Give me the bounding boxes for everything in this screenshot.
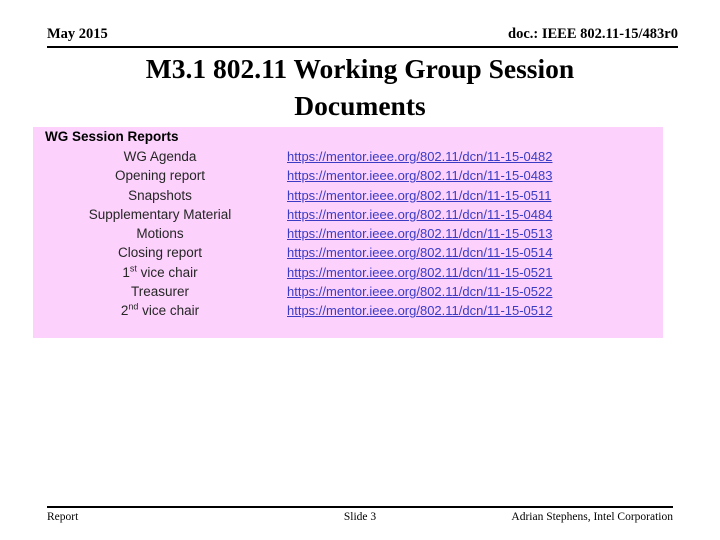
table-row: Opening report https://mentor.ieee.org/80… bbox=[33, 166, 663, 185]
document-link-cell: https://mentor.ieee.org/802.11/dcn/11-15… bbox=[287, 301, 663, 320]
page-title-line-1: M3.1 802.11 Working Group Session bbox=[145, 53, 575, 84]
document-label: Treasurer bbox=[130, 284, 189, 300]
document-label: Opening report bbox=[114, 168, 206, 184]
document-link[interactable]: https://mentor.ieee.org/802.11/dcn/11-15… bbox=[287, 284, 552, 299]
table-row: Snapshots https://mentor.ieee.org/802.11/… bbox=[33, 186, 663, 205]
document-link[interactable]: https://mentor.ieee.org/802.11/dcn/11-15… bbox=[287, 245, 552, 260]
document-link-cell: https://mentor.ieee.org/802.11/dcn/11-15… bbox=[287, 243, 663, 262]
document-link-cell: https://mentor.ieee.org/802.11/dcn/11-15… bbox=[287, 166, 663, 185]
document-label: Supplementary Material bbox=[88, 206, 232, 222]
table-row-section-header: WG Session Reports bbox=[33, 127, 663, 147]
document-label: WG Agenda bbox=[123, 149, 197, 164]
document-link-cell: https://mentor.ieee.org/802.11/dcn/11-15… bbox=[287, 205, 663, 224]
document-link-cell: https://mentor.ieee.org/802.11/dcn/11-15… bbox=[287, 186, 663, 205]
document-link[interactable]: https://mentor.ieee.org/802.11/dcn/11-15… bbox=[287, 303, 552, 318]
session-documents-table: WG Session Reports WG Agenda https://ment… bbox=[33, 127, 663, 321]
document-link-cell: https://mentor.ieee.org/802.11/dcn/11-15… bbox=[287, 282, 663, 301]
section-header-label: WG Session Reports bbox=[45, 129, 179, 144]
document-label: Closing report bbox=[117, 245, 203, 261]
page-title: M3.1 802.11 Working Group Session Docume… bbox=[60, 50, 660, 124]
document-label: 1st vice chair bbox=[122, 263, 198, 280]
table-row: Closing report https://mentor.ieee.org/80… bbox=[33, 243, 663, 262]
document-label: Snapshots bbox=[128, 187, 192, 203]
table-row: WG Agenda https://mentor.ieee.org/802.11/… bbox=[33, 147, 663, 166]
document-label: Motions bbox=[136, 226, 184, 242]
table-row: Treasurer https://mentor.ieee.org/802.11/… bbox=[33, 282, 663, 301]
session-documents-panel: WG Session Reports WG Agenda https://ment… bbox=[33, 127, 663, 338]
footer-slide-number: Slide 3 bbox=[343, 511, 377, 523]
document-link[interactable]: https://mentor.ieee.org/802.11/dcn/11-15… bbox=[287, 207, 552, 222]
document-link[interactable]: https://mentor.ieee.org/802.11/dcn/11-15… bbox=[287, 265, 552, 280]
slide-canvas: May 2015 doc.: IEEE 802.11-15/483r0 M3.1… bbox=[0, 0, 720, 540]
table-row: 1st vice chair https://mentor.ieee.org/80… bbox=[33, 263, 663, 282]
header-date: May 2015 bbox=[47, 26, 108, 42]
slide-header: May 2015 doc.: IEEE 802.11-15/483r0 bbox=[47, 26, 678, 48]
document-link[interactable]: https://mentor.ieee.org/802.11/dcn/11-15… bbox=[287, 188, 552, 203]
document-link[interactable]: https://mentor.ieee.org/802.11/dcn/11-15… bbox=[287, 226, 552, 241]
document-link-cell: https://mentor.ieee.org/802.11/dcn/11-15… bbox=[287, 263, 663, 282]
header-document-number: doc.: IEEE 802.11-15/483r0 bbox=[508, 26, 678, 42]
slide-footer: Report Slide 3 Adrian Stephens, Intel Co… bbox=[47, 506, 673, 524]
document-link-cell: https://mentor.ieee.org/802.11/dcn/11-15… bbox=[287, 224, 663, 243]
page-title-line-2: Documents bbox=[294, 90, 426, 121]
document-link-cell: https://mentor.ieee.org/802.11/dcn/11-15… bbox=[287, 147, 663, 166]
document-link[interactable]: https://mentor.ieee.org/802.11/dcn/11-15… bbox=[287, 149, 552, 164]
table-row: Motions https://mentor.ieee.org/802.11/dc… bbox=[33, 224, 663, 243]
document-label: 2nd vice chair bbox=[120, 301, 200, 319]
document-link[interactable]: https://mentor.ieee.org/802.11/dcn/11-15… bbox=[287, 168, 552, 183]
table-row: Supplementary Material https://mentor.iee… bbox=[33, 205, 663, 224]
table-row: 2nd vice chair https://mentor.ieee.org/80… bbox=[33, 301, 663, 320]
